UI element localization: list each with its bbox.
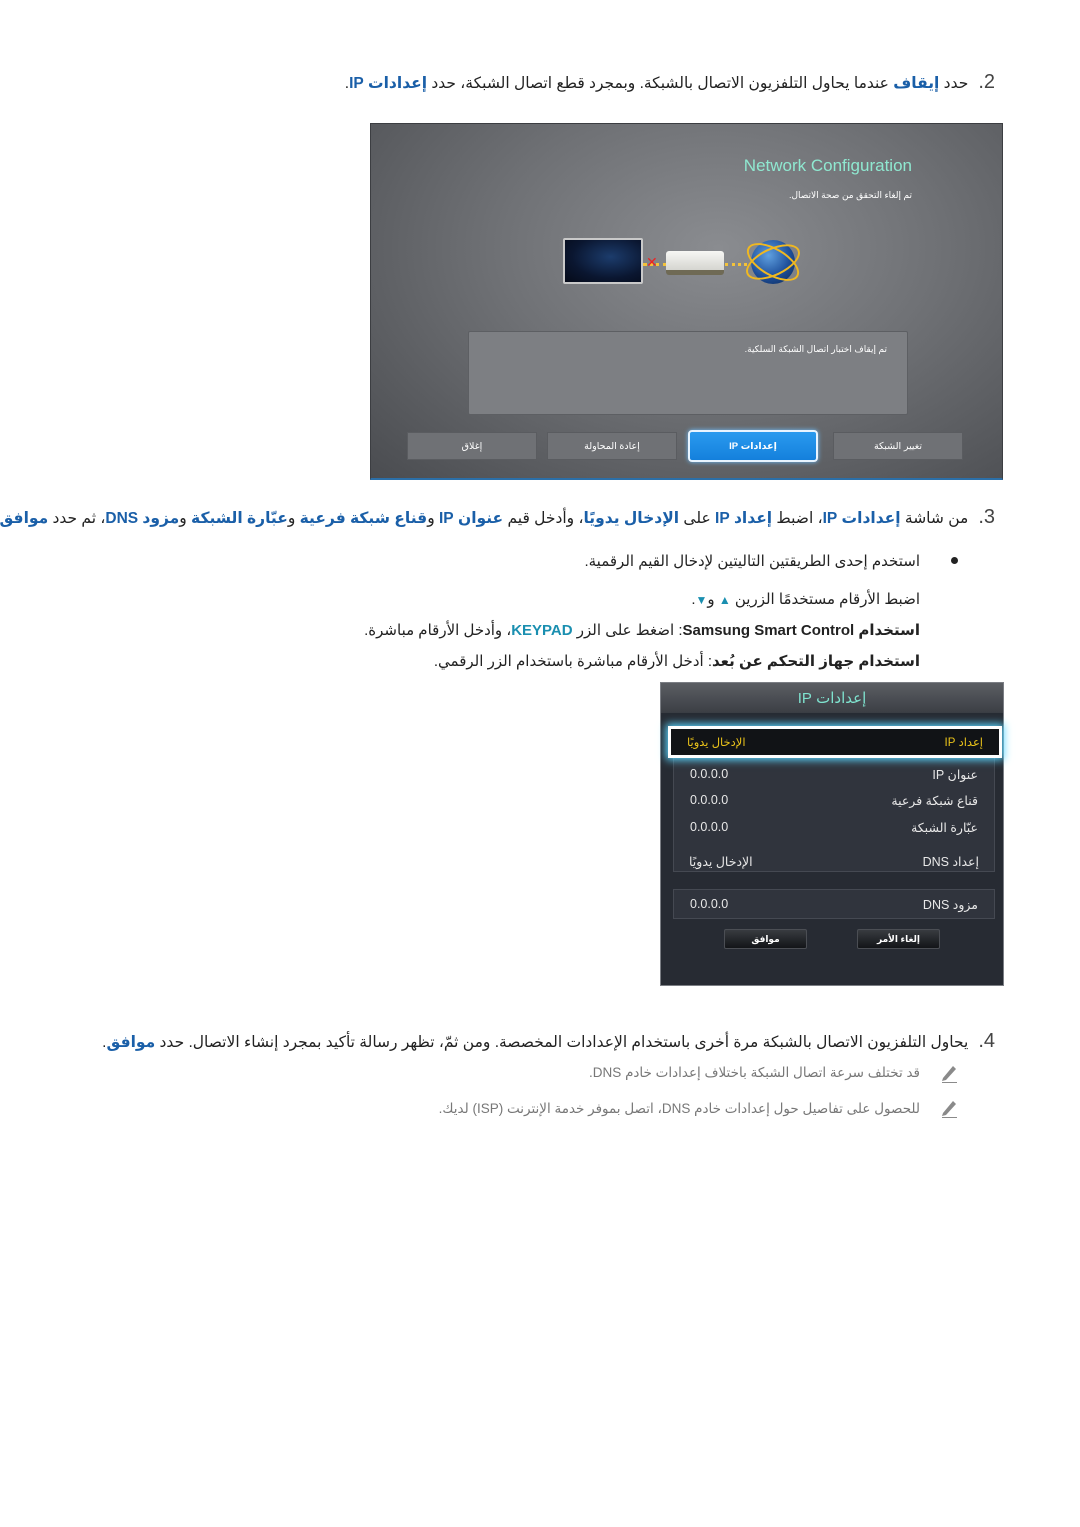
step-text: عندما يحاول التلفزيون الاتصال بالشبكة. و…	[427, 75, 894, 92]
connection-line	[725, 263, 747, 266]
ip-settings-button[interactable]: إعدادات IP	[688, 430, 818, 462]
row-label: عبّارة الشبكة	[911, 821, 978, 835]
stop-link: إيقاف	[893, 75, 940, 92]
gateway-row[interactable]: عبّارة الشبكة 0.0.0.0	[674, 815, 994, 841]
network-configuration-screen: Network Configuration تم إلغاء التحقق من…	[370, 123, 1003, 480]
subnet-mask-row[interactable]: قناع شبكة فرعية 0.0.0.0	[674, 788, 994, 814]
pencil-icon	[942, 1101, 957, 1118]
connection-diagram: ✕	[561, 234, 806, 294]
step-text: ، اضبط	[772, 510, 823, 527]
method-text: ، وأدخل الأرقام مباشرة.	[364, 622, 512, 639]
keyword: موافق	[0, 510, 49, 527]
step-text: على	[679, 510, 716, 527]
up-arrow-icon: ▲	[718, 593, 731, 607]
smart-control-method: استخدام Samsung Smart Control: اضغط على …	[364, 621, 920, 639]
step-text: و	[179, 510, 192, 527]
router-icon	[666, 251, 724, 275]
change-network-button[interactable]: تغيير الشبكة	[833, 432, 963, 460]
bullet-icon	[951, 557, 958, 564]
button-row: تغيير الشبكة إعدادات IP إعادة المحاولة إ…	[407, 430, 967, 462]
ip-settings-title: إعدادات IP	[661, 683, 1003, 713]
row-value: الإدخال يدويًا	[689, 855, 753, 869]
ip-settings-screen: إعدادات IP إعداد IP الإدخال يدويًا عنوان…	[660, 682, 1004, 986]
network-config-subtitle: تم إلغاء التحقق من صحة الاتصال.	[788, 190, 912, 200]
step-3: 3.من شاشة إعدادات IP، اضبط إعداد IP على …	[0, 506, 995, 530]
ok-button[interactable]: موافق	[724, 929, 807, 949]
method-label: استخدام Samsung Smart Control	[682, 622, 920, 639]
keyword: إعداد IP	[715, 510, 773, 527]
row-value: الإدخال يدويًا	[687, 737, 746, 749]
step-4: 4. يحاول التلفزيون الاتصال بالشبكة مرة أخ…	[102, 1030, 995, 1054]
method-text: اضبط الأرقام مستخدمًا الزرين	[730, 591, 920, 608]
method-text: : أدخل الأرقام مباشرة باستخدام الزر الرق…	[433, 653, 713, 670]
keyword: قناع شبكة فرعية	[299, 510, 428, 527]
row-label: إعداد DNS	[922, 855, 979, 869]
remote-method: استخدام جهاز التحكم عن بُعد: أدخل الأرقا…	[434, 652, 920, 670]
close-button[interactable]: إغلاق	[407, 432, 537, 460]
tv-icon	[563, 238, 643, 284]
message-text: تم إيقاف اختبار اتصال الشبكة السلكية.	[744, 344, 887, 354]
row-label: إعداد IP	[944, 737, 983, 749]
dns-setting-row[interactable]: إعداد DNS الإدخال يدويًا	[673, 847, 995, 877]
method-text: : اضغط على الزر	[572, 622, 683, 639]
note-dns-isp: للحصول على تفاصيل حول إعدادات خادم DNS، …	[438, 1101, 920, 1116]
disconnected-x-icon: ✕	[646, 254, 658, 270]
row-label: قناع شبكة فرعية	[891, 794, 978, 808]
keypad-key: KEYPAD	[511, 622, 573, 639]
step-2: 2. حدد إيقاف عندما يحاول التلفزيون الاتصا…	[345, 71, 995, 95]
keyword: عنوان IP	[439, 510, 504, 527]
step-text: ، وأدخل قيم	[503, 510, 584, 527]
method-label: استخدام جهاز التحكم عن بُعد	[712, 653, 920, 670]
step-text: حدد	[939, 75, 969, 92]
row-value: 0.0.0.0	[690, 820, 729, 834]
step-number: 3.	[978, 506, 995, 528]
step-number: 2.	[978, 71, 995, 93]
bullet-intro: استخدم إحدى الطريقتين التاليتين لإدخال ا…	[584, 553, 920, 570]
step-text: من شاشة	[900, 510, 969, 527]
ok-link: موافق	[106, 1034, 156, 1051]
row-label: مزود DNS	[922, 898, 978, 912]
row-label: عنوان IP	[932, 768, 978, 782]
message-box: تم إيقاف اختبار اتصال الشبكة السلكية.	[468, 331, 908, 415]
note-dns-speed: قد تختلف سرعة اتصال الشبكة باختلاف إعداد…	[589, 1065, 920, 1080]
dns-server-row[interactable]: مزود DNS 0.0.0.0	[673, 889, 995, 919]
keyword: إعدادات IP	[822, 510, 901, 527]
keyword: مزود DNS	[105, 510, 180, 527]
step-text: و	[427, 510, 439, 527]
row-value: 0.0.0.0	[690, 793, 729, 807]
ip-setting-row[interactable]: إعداد IP الإدخال يدويًا	[668, 726, 1002, 758]
down-arrow-icon: ▼	[695, 593, 708, 607]
pencil-icon	[942, 1066, 957, 1083]
row-value: 0.0.0.0	[690, 767, 729, 781]
ip-address-row[interactable]: عنوان IP 0.0.0.0	[674, 762, 994, 788]
keyword: الإدخال يدويًا	[583, 510, 680, 527]
row-value: 0.0.0.0	[690, 897, 729, 911]
cancel-button[interactable]: إلغاء الأمر	[857, 929, 940, 949]
method-text: و	[707, 591, 719, 608]
step-text: ، ثم حدد	[48, 510, 106, 527]
ip-settings-link: إعدادات IP	[349, 75, 428, 92]
arrows-method: اضبط الأرقام مستخدمًا الزرين ▲ و▼.	[691, 590, 920, 608]
step-number: 4.	[978, 1030, 995, 1052]
step-text: و	[287, 510, 300, 527]
step-text: يحاول التلفزيون الاتصال بالشبكة مرة أخرى…	[155, 1034, 969, 1051]
retry-button[interactable]: إعادة المحاولة	[547, 432, 677, 460]
network-config-title: Network Configuration	[743, 156, 912, 175]
keyword: عبّارة الشبكة	[191, 510, 288, 527]
